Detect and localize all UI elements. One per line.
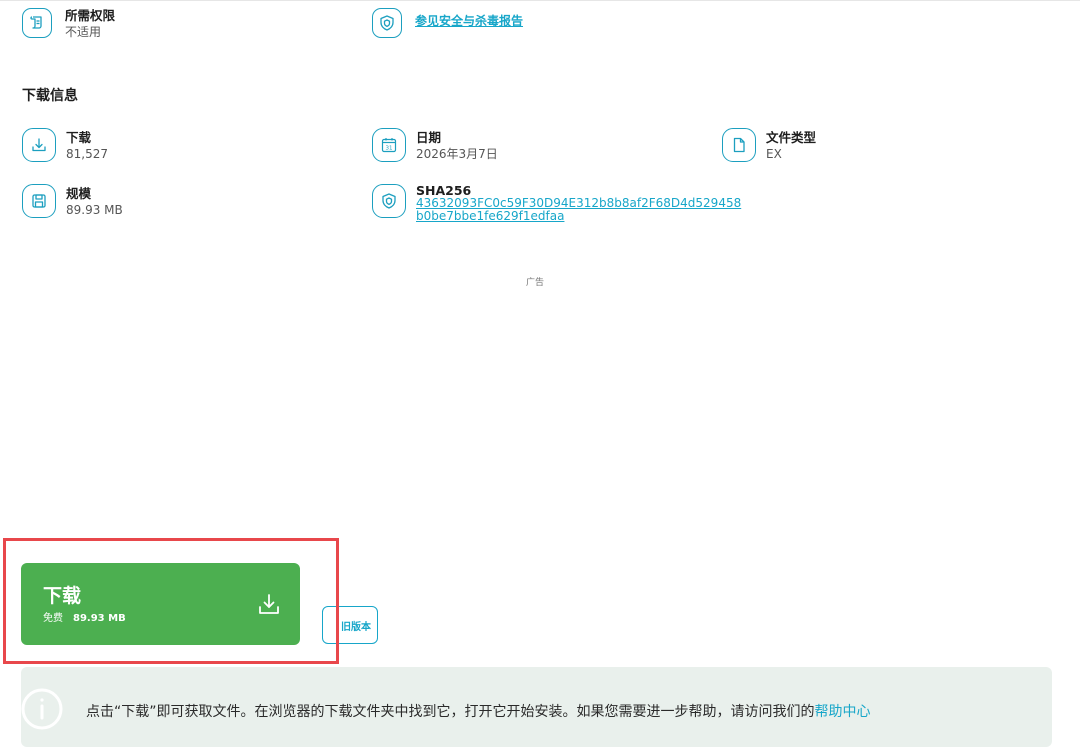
top-divider [0, 0, 1080, 1]
size-label: 规模 [66, 186, 92, 201]
notice-body: 点击“下载”即可获取文件。在浏览器的下载文件夹中找到它，打开它开始安装。如果您需… [86, 704, 815, 720]
date-value: 2026年3月7日 [416, 147, 498, 161]
downloads-label: 下载 [66, 130, 92, 145]
downloads-value: 81,527 [66, 147, 108, 161]
shield-icon [372, 8, 402, 38]
file-type-info: 文件类型 EX [722, 128, 816, 162]
old-versions-label: 旧版本 [341, 621, 371, 633]
info-notice: 点击“下载”即可获取文件。在浏览器的下载文件夹中找到它，打开它开始安装。如果您需… [21, 667, 1052, 747]
old-versions-button[interactable]: 旧版本 [322, 606, 378, 644]
permissions-info: 所需权限 不适用 [22, 8, 115, 40]
download-button[interactable]: 下载 免费 89.93 MB [21, 563, 300, 645]
file-icon [722, 128, 756, 162]
size-info: 规模 89.93 MB [22, 184, 123, 218]
date-label: 日期 [416, 130, 442, 145]
scroll-icon [22, 8, 52, 38]
download-icon [258, 593, 280, 615]
security-report-link[interactable]: 参见安全与杀毒报告 [415, 13, 523, 29]
disk-icon [22, 184, 56, 218]
download-icon [22, 128, 56, 162]
security-info: 参见安全与杀毒报告 [372, 8, 523, 38]
help-center-link[interactable]: 帮助中心 [815, 704, 871, 720]
calendar-icon: 31 [372, 128, 406, 162]
download-button-subtitle: 免费 89.93 MB [43, 609, 126, 624]
download-info-title: 下载信息 [22, 88, 78, 104]
permissions-value: 不适用 [65, 25, 102, 39]
notice-text: 点击“下载”即可获取文件。在浏览器的下载文件夹中找到它，打开它开始安装。如果您需… [86, 701, 871, 721]
size-value: 89.93 MB [66, 203, 123, 217]
download-size-label: 89.93 MB [73, 613, 126, 624]
shield-icon [372, 184, 406, 218]
file-type-label: 文件类型 [766, 130, 817, 145]
sha256-hash-line2[interactable]: b0be7bbe1fe629f1edfaa [416, 210, 741, 223]
svg-text:31: 31 [386, 146, 393, 152]
sha256-info: SHA256 43632093FC0c59F30D94E312b8b8af2F6… [372, 184, 741, 223]
file-type-value: EX [766, 147, 782, 161]
info-icon [21, 685, 66, 733]
download-button-title: 下载 [43, 585, 82, 607]
ad-label: 广告 [526, 278, 545, 288]
download-free-label: 免费 [43, 613, 63, 624]
date-info: 31 日期 2026年3月7日 [372, 128, 498, 162]
permissions-label: 所需权限 [65, 8, 116, 23]
downloads-info: 下载 81,527 [22, 128, 108, 162]
